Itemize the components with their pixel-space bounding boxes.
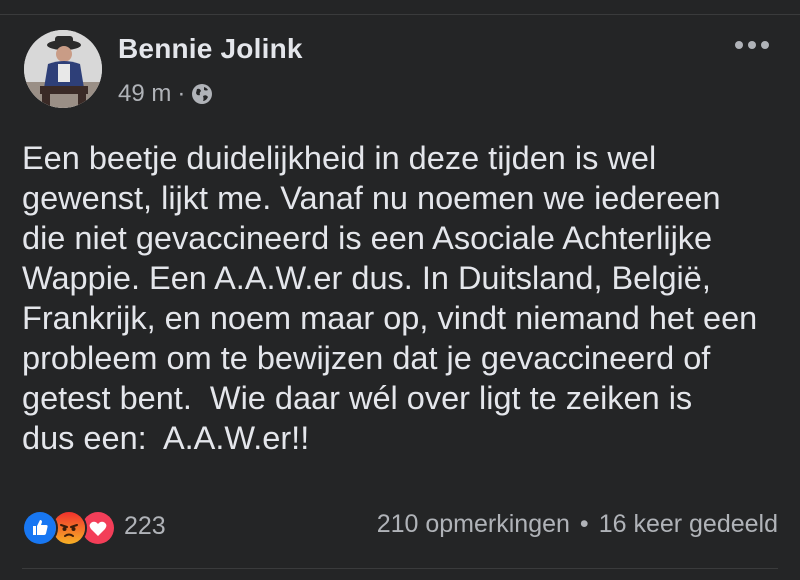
- reactions-summary[interactable]: 223: [22, 508, 166, 546]
- reaction-icons: [22, 508, 120, 546]
- post-text: Een beetje duidelijkheid in deze tijden …: [22, 140, 758, 456]
- comments-count-link[interactable]: 210 opmerkingen: [377, 510, 570, 539]
- meta-separator: ·: [177, 80, 186, 107]
- divider-bottom: [22, 568, 778, 569]
- divider-top: [0, 14, 800, 15]
- globe-icon[interactable]: [191, 83, 213, 105]
- post-card: Bennie Jolink 49 m · Een beetje duidelij…: [0, 0, 800, 580]
- more-horizontal-icon[interactable]: [732, 38, 772, 52]
- post-stats: 210 opmerkingen • 16 keer gedeeld: [377, 510, 778, 539]
- shares-count-link[interactable]: 16 keer gedeeld: [599, 510, 778, 539]
- post-meta: 49 m ·: [118, 80, 213, 108]
- avatar[interactable]: [24, 30, 102, 108]
- reaction-count: 223: [124, 511, 166, 540]
- author-name[interactable]: Bennie Jolink: [118, 33, 303, 65]
- like-reaction-icon: [22, 510, 58, 546]
- post-time[interactable]: 49 m: [118, 80, 171, 108]
- stats-separator: •: [579, 510, 589, 538]
